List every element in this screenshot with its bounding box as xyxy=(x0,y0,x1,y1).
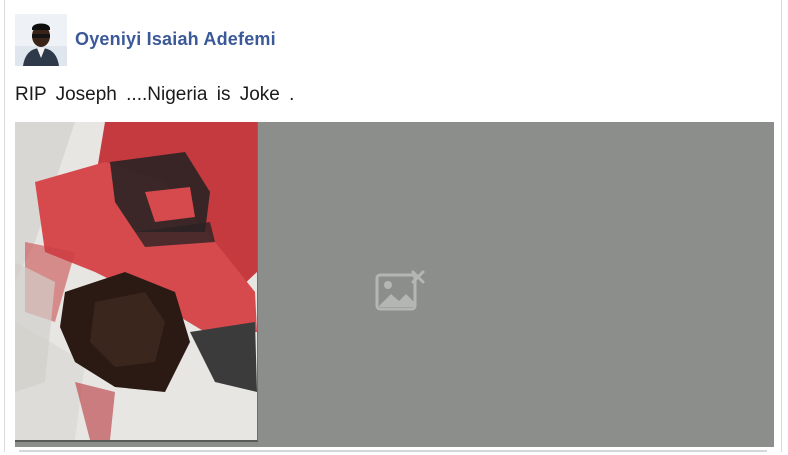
card-divider xyxy=(19,450,767,452)
author-avatar[interactable] xyxy=(15,14,67,66)
post-card: Oyeniyi Isaiah Adefemi RIP Joseph ....Ni… xyxy=(4,0,782,452)
broken-image-icon xyxy=(375,270,425,311)
person-photo-image xyxy=(15,122,257,440)
post-header: Oyeniyi Isaiah Adefemi xyxy=(15,14,276,66)
post-media[interactable] xyxy=(15,122,774,447)
avatar-image xyxy=(15,14,67,66)
post-photo[interactable] xyxy=(15,122,258,442)
post-text: RIP Joseph ....Nigeria is Joke . xyxy=(15,84,295,105)
author-name-link[interactable]: Oyeniyi Isaiah Adefemi xyxy=(75,29,276,50)
